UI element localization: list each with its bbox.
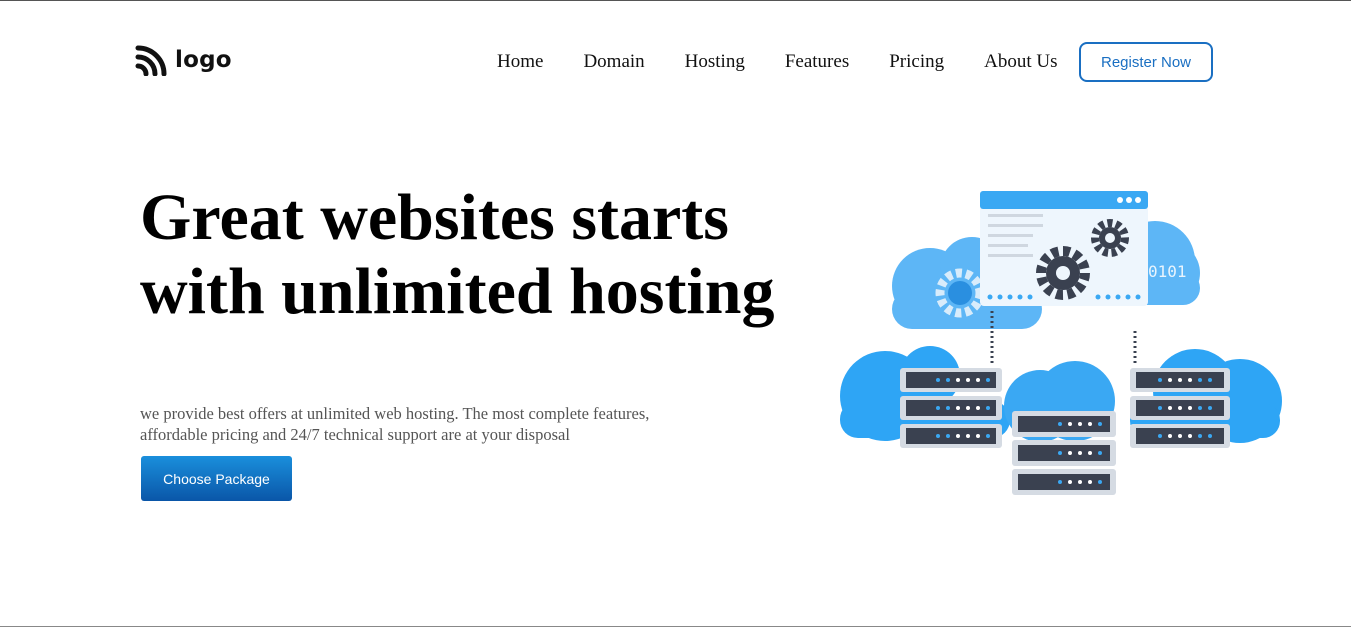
hero-title: Great websites starts with unlimited hos… xyxy=(140,181,775,328)
logo[interactable]: logo xyxy=(135,44,232,76)
nav-home[interactable]: Home xyxy=(497,51,543,73)
main-nav: Home Domain Hosting Features Pricing Abo… xyxy=(497,51,1057,73)
gear-icon xyxy=(1036,246,1090,300)
register-now-button[interactable]: Register Now xyxy=(1079,42,1213,82)
site-header: logo Home Domain Hosting Features Pricin… xyxy=(0,1,1351,121)
binary-label: 0101 xyxy=(1148,262,1187,281)
nav-about-us[interactable]: About Us xyxy=(984,51,1057,73)
logo-text: logo xyxy=(175,47,232,73)
server-rack-icon xyxy=(1130,368,1230,448)
server-rack-icon xyxy=(1012,411,1116,495)
nav-features[interactable]: Features xyxy=(785,51,849,73)
nav-pricing[interactable]: Pricing xyxy=(889,51,944,73)
nav-hosting[interactable]: Hosting xyxy=(685,51,745,73)
nav-domain[interactable]: Domain xyxy=(583,51,644,73)
hosting-illustration: 0101 xyxy=(840,191,1282,495)
server-rack-icon xyxy=(900,368,1002,448)
choose-package-button[interactable]: Choose Package xyxy=(141,456,292,501)
hero-description: we provide best offers at unlimited web … xyxy=(140,404,650,444)
rss-feed-icon xyxy=(135,45,167,76)
